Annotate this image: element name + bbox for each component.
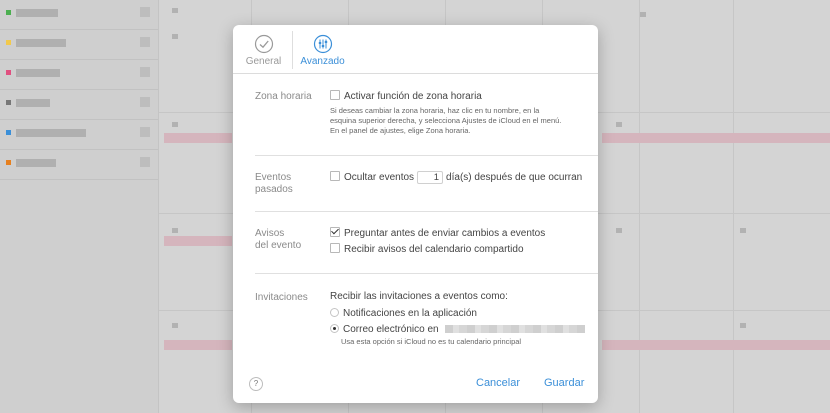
past-days-suffix: día(s) después de que ocurran [446,172,583,183]
event-alerts-section: Avisos del evento Preguntar antes de env… [255,211,598,274]
redacted-calendar-name [16,129,86,137]
share-icon [140,97,150,107]
invitations-heading: Recibir las invitaciones a eventos como: [330,291,508,302]
timezone-note: Si deseas cambiar la zona horaria, haz c… [330,106,594,136]
invitations-section: Invitaciones Recibir las invitaciones a … [255,273,598,365]
calendar-color-dot [6,40,11,45]
invitation-app-option[interactable]: Notificaciones en la aplicación [330,308,594,319]
event-alerts-label-line: del evento [255,240,302,251]
invitation-email-note: Usa esta opción si iCloud no es tu calen… [341,337,522,346]
hide-past-events-label: Ocultar eventos [344,172,415,183]
sidebar-calendar-item [0,120,158,150]
past-events-label-line: Eventos [255,172,292,183]
tab-advanced-label: Avanzado [300,56,345,67]
event-bar [164,236,232,246]
sliders-icon [313,34,333,54]
cancel-button[interactable]: Cancelar [476,377,520,389]
invitation-app-label: Notificaciones en la aplicación [343,308,477,319]
calendar-color-dot [6,70,11,75]
hide-past-events-checkbox[interactable] [330,171,340,181]
sidebar-calendar-item [0,0,158,30]
invitation-email-radio[interactable] [330,324,339,333]
blurred-event [172,122,178,127]
timezone-note-line: esquina superior derecha, y selecciona A… [330,116,562,125]
blurred-event [172,34,178,39]
tab-divider [292,31,293,69]
timezone-section: Zona horaria Activar función de zona hor… [255,73,598,156]
event-bar [602,133,830,143]
tab-general-label: General [245,56,282,67]
blurred-event [740,323,746,328]
sidebar-calendar-item [0,150,158,180]
ask-before-sending-option[interactable]: Preguntar antes de enviar cambios a even… [330,227,594,239]
share-icon [140,67,150,77]
redacted-email [444,325,585,333]
invitations-label: Invitaciones [255,292,308,303]
timezone-toggle[interactable]: Activar función de zona horaria [330,90,594,102]
save-button[interactable]: Guardar [544,377,584,389]
help-button[interactable]: ? [249,377,263,391]
timezone-checkbox[interactable] [330,90,340,100]
grid-column-line [639,0,640,413]
past-events-section: Eventos pasados Ocultar eventos 1 día(s) d… [255,155,598,212]
calendar-color-dot [6,100,11,105]
shared-calendar-alerts-checkbox[interactable] [330,243,340,253]
blurred-event [616,122,622,127]
event-alerts-label: Avisos del evento [255,228,323,252]
checkmark-circle-icon [254,34,274,54]
ask-before-sending-checkbox[interactable] [330,227,340,237]
past-events-label: Eventos pasados [255,172,323,196]
timezone-note-line: Si deseas cambiar la zona horaria, haz c… [330,106,540,115]
past-days-input[interactable]: 1 [417,171,444,184]
tab-general[interactable]: General [236,34,291,67]
tab-advanced[interactable]: Avanzado [295,34,350,67]
blurred-event [172,228,178,233]
timezone-note-line: En el panel de ajustes, elige Zona horar… [330,126,471,135]
timezone-checkbox-label: Activar función de zona horaria [344,91,482,102]
invitation-email-label: Correo electrónico en [343,324,439,335]
invitation-app-radio[interactable] [330,308,339,317]
redacted-calendar-name [16,99,50,107]
blurred-event [616,228,622,233]
share-icon [140,7,150,17]
sidebar-calendar-item [0,90,158,120]
calendar-color-dot [6,160,11,165]
redacted-calendar-name [16,39,66,47]
calendar-preferences-dialog: General Avanzado Zona horaria Activar fu… [233,25,598,403]
blurred-event [740,228,746,233]
event-bar [164,340,232,350]
share-icon [140,37,150,47]
event-bar [164,133,232,143]
preferences-tabs: General Avanzado [233,25,598,74]
blurred-event [172,323,178,328]
redacted-calendar-name [16,69,60,77]
invitation-email-option[interactable]: Correo electrónico en [330,324,594,335]
past-events-label-line: pasados [255,184,293,195]
calendar-sidebar [0,0,159,413]
calendar-color-dot [6,130,11,135]
blurred-event [172,8,178,13]
share-icon [140,157,150,167]
shared-calendar-alerts-option[interactable]: Recibir avisos del calendario compartido [330,243,594,255]
ask-before-sending-label: Preguntar antes de enviar cambios a even… [344,228,546,239]
shared-calendar-alerts-label: Recibir avisos del calendario compartido [344,244,524,255]
event-alerts-label-line: Avisos [255,228,285,239]
redacted-calendar-name [16,159,56,167]
dialog-footer: ? Cancelar Guardar [233,365,598,403]
redacted-calendar-name [16,9,58,17]
sidebar-calendar-item [0,60,158,90]
timezone-label: Zona horaria [255,91,312,102]
share-icon [140,127,150,137]
grid-column-line [733,0,734,413]
blurred-event [640,12,646,17]
sidebar-calendar-item [0,30,158,60]
event-bar [602,340,830,350]
calendar-color-dot [6,10,11,15]
